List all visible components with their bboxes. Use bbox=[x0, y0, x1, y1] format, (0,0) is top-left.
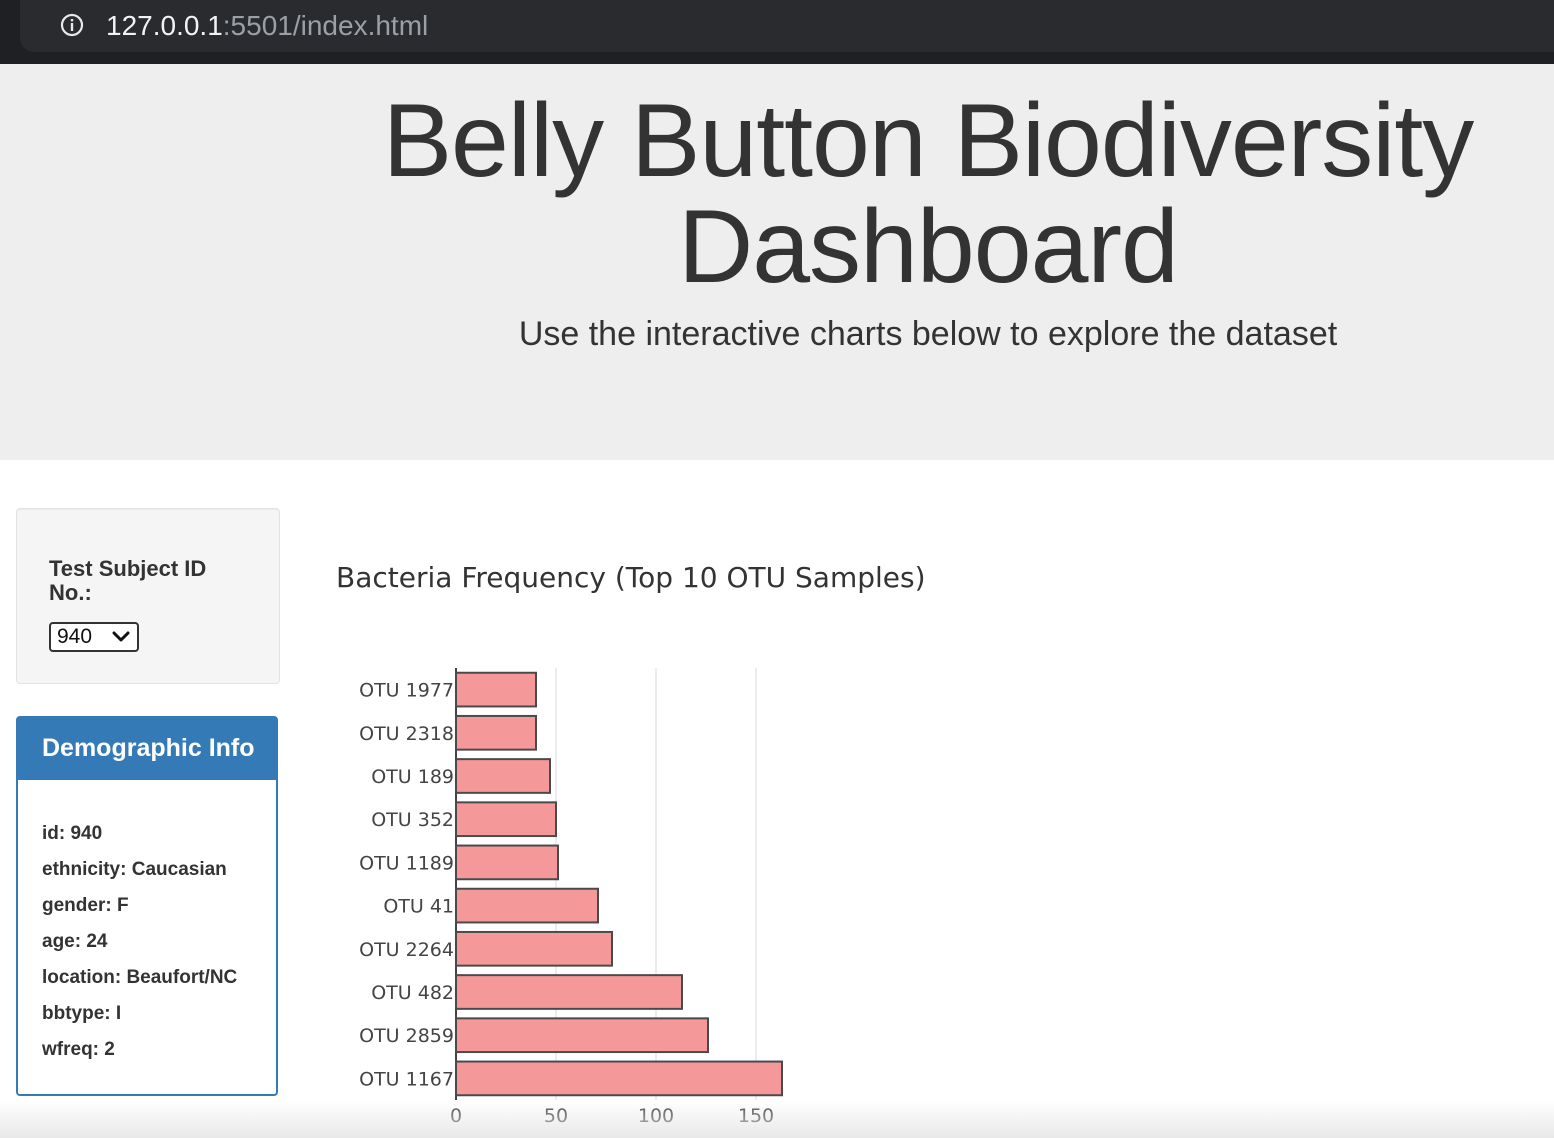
demographic-item: gender: F bbox=[42, 895, 129, 916]
url-text[interactable]: 127.0.0.1:5501/index.html bbox=[106, 9, 428, 43]
bar[interactable] bbox=[455, 1060, 783, 1097]
page-title: Belly Button Biodiversity Dashboard bbox=[382, 83, 1475, 305]
demographic-item: id: 940 bbox=[42, 823, 103, 844]
demographic-item: location: Beaufort/NC bbox=[42, 967, 238, 988]
panel-title: Demographic Info bbox=[42, 734, 255, 762]
chevron-down-icon bbox=[112, 631, 130, 642]
bar[interactable] bbox=[455, 801, 557, 838]
subject-id-select[interactable]: 940 bbox=[49, 622, 139, 652]
demographic-list: id: 940 ethnicity: Caucasian gender: F a… bbox=[42, 816, 237, 1068]
bacteria-bar-chart[interactable]: Bacteria Frequency (Top 10 OTU Samples) … bbox=[300, 520, 1554, 1138]
url-host: 127.0.0.1 bbox=[106, 10, 223, 41]
subject-id-label: Test Subject ID No.: bbox=[49, 556, 207, 605]
y-tick-label: OTU 1977 bbox=[359, 680, 454, 702]
bar[interactable] bbox=[455, 671, 537, 708]
chart-title: Bacteria Frequency (Top 10 OTU Samples) bbox=[336, 561, 926, 594]
chart-bars bbox=[455, 671, 783, 1097]
panel-heading: Demographic Info bbox=[18, 718, 276, 780]
y-tick-label: OTU 2859 bbox=[359, 1025, 454, 1047]
browser-address-bar: 127.0.0.1:5501/index.html bbox=[0, 0, 1554, 64]
y-tick-label: OTU 352 bbox=[371, 809, 454, 831]
info-circle-icon[interactable] bbox=[60, 13, 84, 37]
bar[interactable] bbox=[455, 887, 599, 924]
demographic-info-panel: Demographic Info id: 940 ethnicity: Cauc… bbox=[16, 716, 278, 1096]
bar[interactable] bbox=[455, 714, 537, 751]
x-tick-label: 50 bbox=[544, 1105, 568, 1127]
x-tick-label: 0 bbox=[450, 1105, 462, 1127]
url-box[interactable]: 127.0.0.1:5501/index.html bbox=[20, 0, 1554, 52]
bar[interactable] bbox=[455, 844, 559, 881]
y-tick-label: OTU 41 bbox=[383, 896, 454, 918]
bar[interactable] bbox=[455, 1017, 709, 1054]
jumbotron-header: Belly Button Biodiversity Dashboard Use … bbox=[0, 64, 1554, 460]
chart-x-labels: 0 50 100 150 bbox=[450, 1105, 774, 1127]
bar-chart-svg[interactable]: Bacteria Frequency (Top 10 OTU Samples) … bbox=[300, 520, 1554, 1138]
y-tick-label: OTU 189 bbox=[371, 766, 454, 788]
chart-y-labels: OTU 1167 OTU 2859 OTU 482 OTU 2264 OTU 41 OTU… bbox=[359, 680, 454, 1091]
selected-subject-id: 940 bbox=[57, 625, 93, 648]
subject-selector-well: Test Subject ID No.: 940 bbox=[16, 508, 280, 684]
y-tick-label: OTU 482 bbox=[371, 982, 454, 1004]
y-tick-label: OTU 1189 bbox=[359, 852, 454, 874]
y-tick-label: OTU 2318 bbox=[359, 723, 454, 745]
x-tick-label: 100 bbox=[638, 1105, 674, 1127]
y-tick-label: OTU 2264 bbox=[359, 939, 454, 961]
demographic-item: age: 24 bbox=[42, 931, 108, 952]
bar[interactable] bbox=[455, 930, 613, 967]
url-path: :5501/index.html bbox=[222, 10, 429, 41]
y-tick-label: OTU 1167 bbox=[359, 1068, 454, 1090]
x-tick-label: 150 bbox=[738, 1105, 774, 1127]
page-subtitle: Use the interactive charts below to expl… bbox=[518, 315, 1338, 353]
demographic-item: wfreq: 2 bbox=[42, 1039, 115, 1060]
demographic-item: bbtype: I bbox=[42, 1003, 122, 1024]
demographic-item: ethnicity: Caucasian bbox=[42, 859, 227, 880]
bar[interactable] bbox=[455, 974, 683, 1010]
bar[interactable] bbox=[455, 758, 551, 794]
